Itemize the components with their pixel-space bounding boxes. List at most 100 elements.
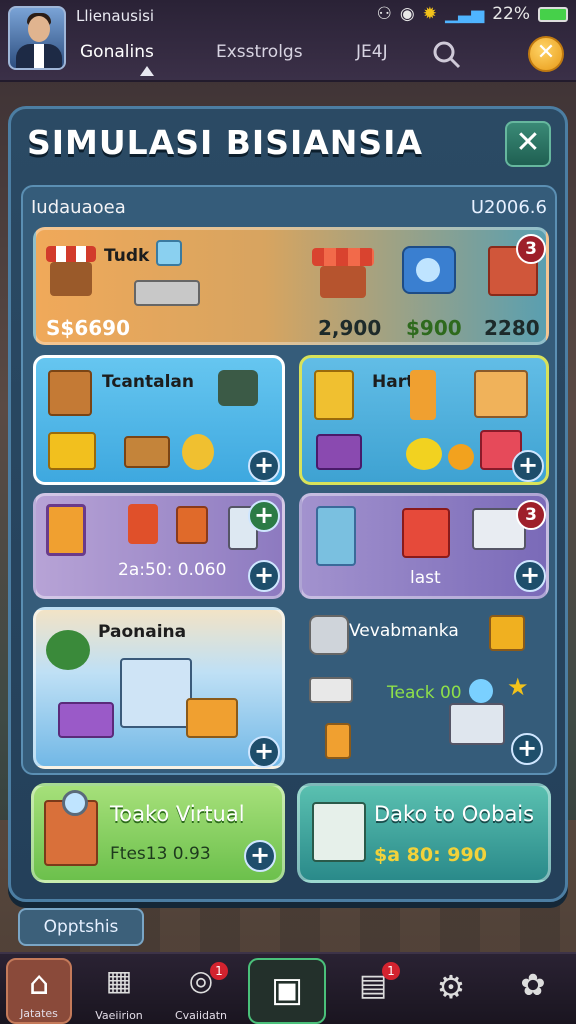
add-button[interactable]: +	[512, 450, 544, 482]
alarm-icon: ◉	[399, 4, 415, 24]
camera-icon	[309, 615, 349, 655]
banana-icon	[406, 438, 442, 470]
gear-icon: ⚙	[436, 968, 466, 1006]
store-icon: ▦	[105, 964, 133, 997]
printer-icon	[309, 677, 353, 703]
virtual-store-card[interactable]: Toako Virtual Ftes13 0.93 +	[31, 783, 285, 883]
camera-icon	[402, 240, 456, 304]
poster-icon	[128, 504, 158, 544]
magnifier-icon	[62, 790, 88, 816]
shop-card-paonaina[interactable]: Paonaina +	[33, 607, 285, 769]
nav-chat[interactable]: ✿	[500, 958, 566, 1024]
tab-gonalins[interactable]: Gonalins	[80, 42, 154, 62]
screen-icon	[46, 504, 86, 556]
register-cart-icon	[132, 240, 202, 320]
nav-badge: 1	[382, 962, 400, 980]
nav-inventory[interactable]: ▤ 1	[340, 958, 406, 1024]
options-button[interactable]: Opptshis	[18, 908, 144, 946]
gift-icon	[316, 434, 362, 470]
awning-shop-icon	[312, 248, 374, 300]
business-grid: Iudauaoea U2006.6 Tudk 3 S$6690 2,900 $9…	[21, 185, 557, 775]
globe-icon	[469, 679, 493, 703]
top-header: Llienausisi ⚇ ◉ ✹ ▁▃▅ 22% Gonalins Exsst…	[0, 0, 576, 82]
box-icon	[325, 723, 351, 759]
add-button[interactable]: +	[248, 450, 280, 482]
search-icon[interactable]	[432, 40, 462, 70]
crate-icon	[48, 432, 96, 470]
card-title: Hart	[372, 372, 415, 392]
balance-value: U2006.6	[470, 197, 547, 218]
card-value: last	[410, 568, 441, 588]
player-avatar[interactable]	[8, 6, 66, 70]
shop-card-last[interactable]: last 3 +	[299, 493, 549, 599]
price-3: $900	[406, 316, 462, 340]
price-1: S$6690	[46, 316, 130, 340]
shop-building-icon	[120, 658, 192, 728]
price-4: 2280	[484, 316, 540, 340]
status-icons: ⚇ ◉ ✹ ▁▃▅ 22%	[377, 4, 568, 24]
gear-icon	[489, 615, 525, 651]
house-icon	[474, 370, 528, 418]
nav-coins[interactable]: ◎ 1 Cvaiidatn	[168, 958, 234, 1024]
add-button[interactable]: +	[514, 560, 546, 592]
shop-card-display[interactable]: 2a:50: 0.060 + +	[33, 493, 285, 599]
shop-card-hart[interactable]: Hart +	[299, 355, 549, 485]
business-panel: SIMULASI BISIANSIA ✕ Iudauaoea U2006.6 T…	[8, 106, 568, 902]
close-icon[interactable]: ✕	[528, 36, 564, 72]
star-icon: ★	[507, 673, 529, 701]
nav-badge: 1	[210, 962, 228, 980]
card-value: Teack 00	[387, 683, 462, 703]
add-button[interactable]: +	[248, 736, 280, 768]
price-2: 2,900	[318, 316, 382, 340]
nav-home[interactable]: ⌂ Jatates	[6, 958, 72, 1024]
panel-close-button[interactable]: ✕	[505, 121, 551, 167]
active-tab-caret-icon	[140, 66, 154, 76]
house-icon	[402, 508, 450, 558]
card-title: Paonaina	[98, 622, 187, 642]
card-value: $a 80: 990	[374, 844, 487, 866]
notification-badge: 3	[516, 500, 546, 530]
shop-card-vevabmanka[interactable]: Vevabmanka Teack 00 ★ +	[299, 607, 549, 769]
card-value: 2a:50: 0.060	[118, 560, 227, 580]
signal-icon: ▁▃▅	[444, 4, 485, 24]
bottom-nav: ⌂ Jatates ▦ Vaeiirion ◎ 1 Cvaiidatn ▣ ▤ …	[0, 952, 576, 1024]
add-button[interactable]: +	[511, 733, 543, 765]
register-icon	[218, 370, 258, 406]
cart-icon	[58, 702, 114, 738]
nav-store[interactable]: ▦ Vaeiirion	[86, 958, 152, 1024]
card-title: Toako Virtual	[110, 802, 245, 826]
add-button[interactable]: +	[248, 560, 280, 592]
section-label: Iudauaoea	[31, 197, 126, 218]
card-title: Tcantalan	[102, 372, 194, 392]
card-title: Vevabmanka	[349, 621, 459, 641]
home-icon: ⌂	[28, 964, 50, 1002]
card-title: Dako to Oobais	[374, 802, 535, 826]
vending-icon	[314, 370, 354, 420]
bottle-icon	[410, 370, 436, 420]
tab-je4j[interactable]: JE4J	[356, 42, 388, 62]
add-button[interactable]: +	[244, 840, 276, 872]
notification-badge: 3	[516, 234, 546, 264]
notification-icon: ⚇	[376, 4, 392, 24]
poster-icon	[176, 506, 208, 544]
box-icon	[48, 370, 92, 416]
battery-text: 22%	[492, 4, 530, 24]
gear-icon	[448, 444, 474, 470]
store-icon	[449, 703, 505, 745]
shop-card-tcantalan[interactable]: Tcantalan +	[33, 355, 285, 485]
online-store-card[interactable]: Dako to Oobais $a 80: 990	[297, 783, 551, 883]
bag-icon	[182, 434, 214, 470]
tab-exsstrolgs[interactable]: Exsstrolgs	[216, 42, 303, 62]
chat-icon: ✿	[520, 968, 546, 1003]
parcel-icon	[124, 436, 170, 468]
username: Llienausisi	[76, 7, 155, 25]
add-button[interactable]: +	[248, 500, 280, 532]
battery-icon	[538, 6, 568, 22]
tower-icon	[316, 506, 356, 566]
trophy-icon	[312, 802, 366, 862]
panel-title: SIMULASI BISIANSIA	[27, 123, 424, 162]
nav-settings[interactable]: ⚙	[418, 958, 484, 1024]
nav-center[interactable]: ▣	[248, 958, 326, 1024]
sun-icon: ✹	[422, 4, 437, 24]
shop-card-top[interactable]: Tudk 3 S$6690 2,900 $900 2280	[33, 227, 549, 345]
